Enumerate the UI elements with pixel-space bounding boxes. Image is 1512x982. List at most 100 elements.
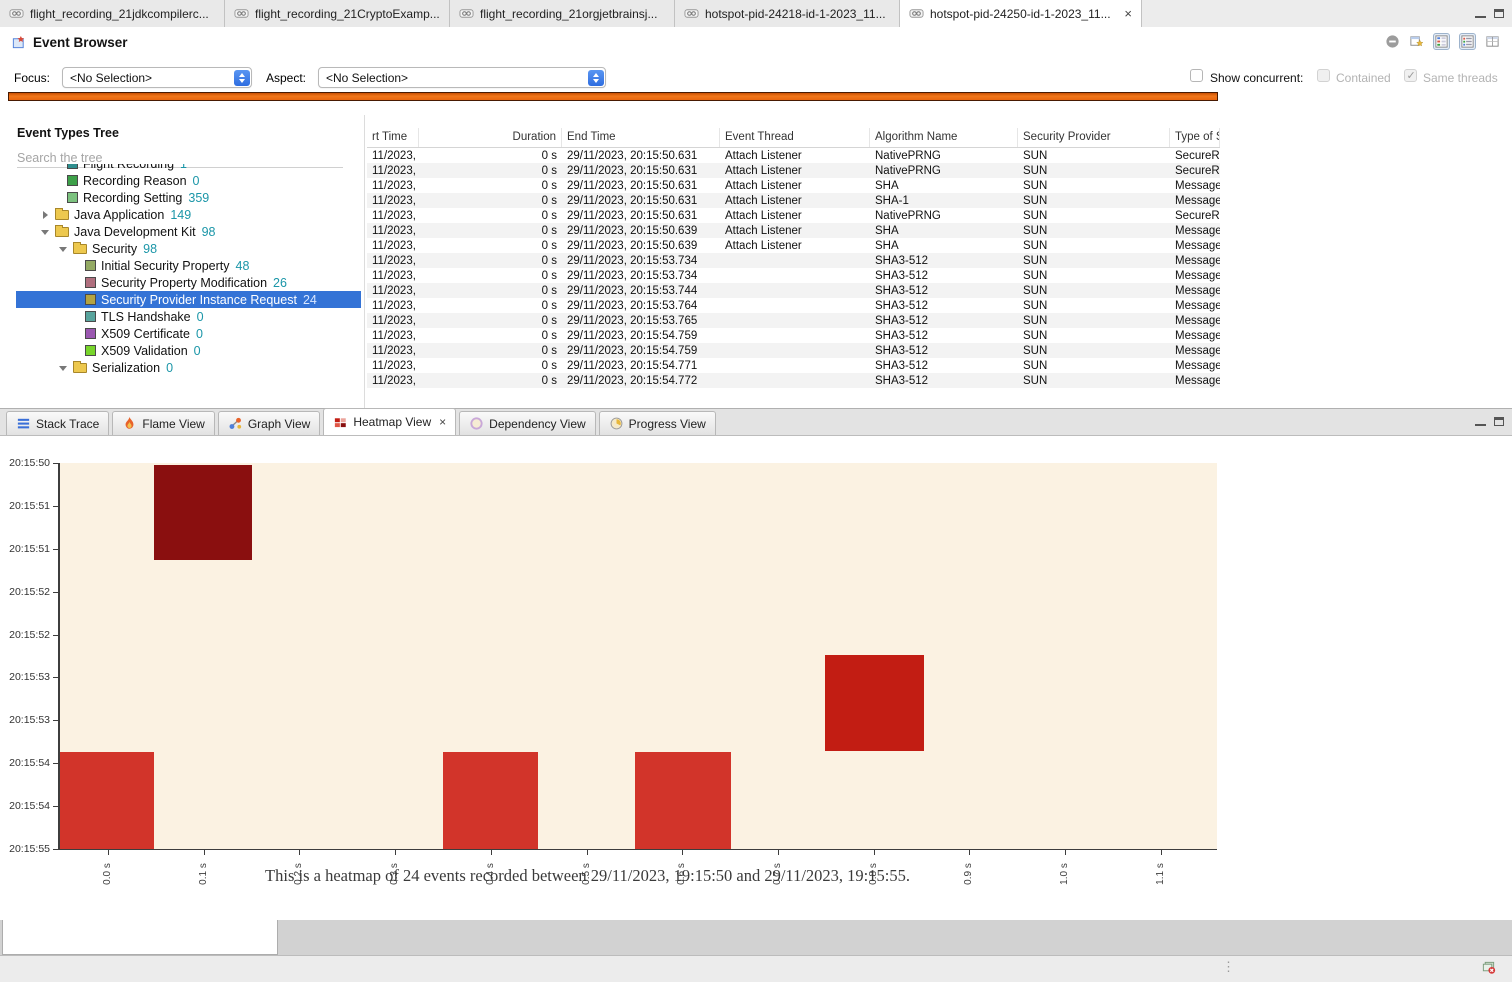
x-axis-label: 0.6 s — [676, 854, 688, 894]
table-cell: SUN — [1018, 240, 1170, 252]
view-tab-flame-view[interactable]: Flame View — [112, 411, 214, 435]
table-cell: SUN — [1018, 300, 1170, 312]
event-type-count: 48 — [236, 259, 250, 273]
event-type-color-icon — [85, 345, 96, 356]
view-tab-heatmap-view[interactable]: Heatmap View× — [323, 408, 456, 435]
event-type-flight-recording[interactable]: Flight Recording1 — [16, 164, 361, 172]
list-view-icon[interactable] — [1459, 33, 1476, 50]
table-row[interactable]: 11/2023,0 s29/11/2023, 20:15:54.759SHA3-… — [367, 328, 1220, 343]
chevron-down-icon[interactable] — [59, 363, 68, 372]
event-type-security[interactable]: Security98 — [16, 240, 361, 257]
x-axis-label: 1.0 s — [1059, 854, 1071, 894]
table-cell: 29/11/2023, 20:15:53.734 — [562, 255, 720, 267]
event-type-x509-validation[interactable]: X509 Validation0 — [16, 342, 361, 359]
table-cell: 11/2023, — [367, 330, 419, 342]
column-header-duration[interactable]: Duration — [419, 128, 562, 147]
aspect-dropdown[interactable]: <No Selection> — [318, 67, 606, 88]
table-row[interactable]: 11/2023,0 s29/11/2023, 20:15:54.771SHA3-… — [367, 358, 1220, 373]
table-cell: NativePRNG — [870, 165, 1018, 177]
editor-tab-flight-recording-21jdkcompilerc[interactable]: flight_recording_21jdkcompilerc... — [0, 0, 225, 27]
editor-tab-hotspot-pid-24218-id-1-2023-11[interactable]: hotspot-pid-24218-id-1-2023_11... — [675, 0, 900, 27]
editor-tab-flight-recording-21cryptoexamp[interactable]: flight_recording_21CryptoExamp... — [225, 0, 450, 27]
view-tab-dependency-view[interactable]: Dependency View — [459, 411, 596, 435]
table-cell: 29/11/2023, 20:15:50.631 — [562, 150, 720, 162]
table-row[interactable]: 11/2023,0 s29/11/2023, 20:15:53.734SHA3-… — [367, 268, 1220, 283]
view-tab-label: Stack Trace — [36, 417, 99, 431]
table-row[interactable]: 11/2023,0 s29/11/2023, 20:15:54.772SHA3-… — [367, 373, 1220, 388]
drag-handle-icon[interactable]: ⋮ — [1222, 959, 1235, 975]
view-tab-stack-trace[interactable]: Stack Trace — [6, 411, 109, 435]
view-tab-progress-view[interactable]: Progress View — [599, 411, 716, 435]
table-row[interactable]: 11/2023,0 s29/11/2023, 20:15:50.631Attac… — [367, 178, 1220, 193]
table-row[interactable]: 11/2023,0 s29/11/2023, 20:15:50.631Attac… — [367, 208, 1220, 223]
close-icon[interactable]: × — [1124, 6, 1132, 21]
table-cell: SHA3-512 — [870, 315, 1018, 327]
table-row[interactable]: 11/2023,0 s29/11/2023, 20:15:54.759SHA3-… — [367, 343, 1220, 358]
close-icon[interactable]: × — [439, 415, 446, 429]
event-type-color-icon — [85, 260, 96, 271]
event-settings-icon[interactable] — [1409, 34, 1424, 49]
minimize-icon[interactable] — [1475, 5, 1486, 23]
column-header-event-thread[interactable]: Event Thread — [720, 128, 870, 147]
background-jobs-icon[interactable] — [1481, 960, 1496, 975]
table-row[interactable]: 11/2023,0 s29/11/2023, 20:15:53.764SHA3-… — [367, 298, 1220, 313]
table-cell: Message — [1170, 345, 1220, 357]
column-header-algorithm-name[interactable]: Algorithm Name — [870, 128, 1018, 147]
column-header-type-of-service[interactable]: Type of Service — [1170, 128, 1220, 147]
x-axis-label: 1.1 s — [1155, 854, 1167, 894]
view-tab-label: Progress View — [629, 417, 706, 431]
event-type-x509-certificate[interactable]: X509 Certificate0 — [16, 325, 361, 342]
editor-tab-flight-recording-21orgjetbrainsj[interactable]: flight_recording_21orgjetbrainsj... — [450, 0, 675, 27]
y-axis-tick — [53, 806, 58, 807]
chevron-down-icon[interactable] — [59, 244, 68, 253]
event-type-label: Initial Security Property — [101, 259, 230, 273]
column-header-end-time[interactable]: End Time — [562, 128, 720, 147]
table-row[interactable]: 11/2023,0 s29/11/2023, 20:15:53.744SHA3-… — [367, 283, 1220, 298]
table-cell: 29/11/2023, 20:15:50.631 — [562, 165, 720, 177]
event-type-java-application[interactable]: Java Application149 — [16, 206, 361, 223]
event-type-label: Security Property Modification — [101, 276, 267, 290]
maximize-icon[interactable] — [1494, 5, 1504, 23]
table-cell: SHA3-512 — [870, 360, 1018, 372]
event-type-tls-handshake[interactable]: TLS Handshake0 — [16, 308, 361, 325]
editor-tab-hotspot-pid-24250-id-1-2023-11[interactable]: hotspot-pid-24250-id-1-2023_11...× — [900, 0, 1142, 27]
event-type-initial-security-property[interactable]: Initial Security Property 48 — [16, 257, 361, 274]
table-row[interactable]: 11/2023,0 s29/11/2023, 20:15:50.639Attac… — [367, 223, 1220, 238]
show-concurrent-checkbox[interactable] — [1190, 69, 1203, 82]
event-type-java-development-kit[interactable]: Java Development Kit98 — [16, 223, 361, 240]
table-cell: Attach Listener — [720, 210, 870, 222]
x-axis — [58, 849, 1217, 851]
jmc-window: JVM BrowserOutline Automated Analysis Re… — [0, 0, 1512, 982]
table-row[interactable]: 11/2023,0 s29/11/2023, 20:15:50.631Attac… — [367, 193, 1220, 208]
table-row[interactable]: 11/2023,0 s29/11/2023, 20:15:50.631Attac… — [367, 148, 1220, 163]
chevron-right-icon[interactable] — [41, 210, 50, 219]
table-cell: 11/2023, — [367, 195, 419, 207]
tree-table-view-icon[interactable] — [1433, 33, 1450, 50]
table-row[interactable]: 11/2023,0 s29/11/2023, 20:15:50.639Attac… — [367, 238, 1220, 253]
event-type-recording-reason[interactable]: Recording Reason0 — [16, 172, 361, 189]
table-row[interactable]: 11/2023,0 s29/11/2023, 20:15:53.765SHA3-… — [367, 313, 1220, 328]
column-header-rt-time[interactable]: rt Time — [367, 128, 419, 147]
event-type-recording-setting[interactable]: Recording Setting359 — [16, 189, 361, 206]
event-type-security-property-modification[interactable]: Security Property Modification26 — [16, 274, 361, 291]
event-type-security-provider-instance-request[interactable]: Security Provider Instance Request24 — [16, 291, 361, 308]
table-cell: Message — [1170, 330, 1220, 342]
table-cell: Message — [1170, 225, 1220, 237]
view-tab-graph-view[interactable]: Graph View — [218, 411, 320, 435]
y-axis — [58, 463, 60, 850]
panel-separator[interactable] — [364, 115, 365, 408]
minimize-icon[interactable] — [1475, 413, 1486, 431]
table-row[interactable]: 11/2023,0 s29/11/2023, 20:15:53.734SHA3-… — [367, 253, 1220, 268]
event-type-serialization[interactable]: Serialization0 — [16, 359, 361, 376]
table-cell: 29/11/2023, 20:15:50.631 — [562, 180, 720, 192]
clear-icon[interactable] — [1385, 34, 1400, 49]
column-header-security-provider[interactable]: Security Provider — [1018, 128, 1170, 147]
focus-dropdown[interactable]: <No Selection> — [62, 67, 252, 88]
aspect-value: <No Selection> — [319, 71, 588, 85]
table-view-icon[interactable] — [1485, 34, 1500, 49]
table-cell: 0 s — [419, 195, 562, 207]
chevron-down-icon[interactable] — [41, 227, 50, 236]
maximize-icon[interactable] — [1494, 413, 1504, 431]
table-row[interactable]: 11/2023,0 s29/11/2023, 20:15:50.631Attac… — [367, 163, 1220, 178]
table-cell: 0 s — [419, 345, 562, 357]
